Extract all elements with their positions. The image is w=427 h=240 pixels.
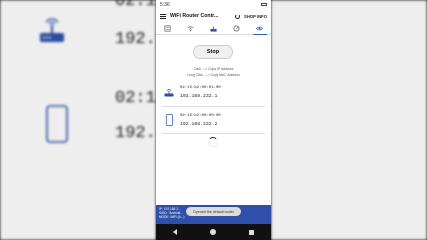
battery-icon bbox=[261, 3, 267, 6]
phone-icon bbox=[162, 114, 176, 126]
device-mac: 02:15:b2:00:01:00 bbox=[180, 85, 221, 90]
router-tab-icon bbox=[210, 26, 217, 32]
app-bar: WiFi Router Contr... SHOP INFO bbox=[156, 9, 271, 23]
device-row-phone[interactable]: 02:15:b2:00:00:00 192.168.232.2 bbox=[162, 109, 267, 131]
refresh-icon[interactable] bbox=[235, 13, 241, 19]
device-mac: 02:15:b2:00:00:00 bbox=[180, 113, 221, 118]
list-icon bbox=[164, 25, 171, 32]
bg-ip-bottom: 192. bbox=[115, 124, 156, 143]
speedometer-icon bbox=[233, 25, 240, 32]
tab-list[interactable] bbox=[160, 23, 176, 35]
menu-icon[interactable] bbox=[160, 13, 166, 19]
shop-info-button[interactable]: SHOP INFO bbox=[244, 14, 267, 19]
tab-wifi[interactable] bbox=[183, 23, 199, 35]
device-row-router[interactable]: 02:15:b2:00:01:00 192.168.232.1 bbox=[162, 81, 267, 103]
tab-router[interactable] bbox=[206, 23, 222, 35]
device-ip: 192.168.232.2 bbox=[180, 121, 218, 127]
background-right bbox=[271, 0, 427, 240]
bg-shop bbox=[271, 6, 283, 20]
system-nav-bar bbox=[156, 224, 271, 240]
stop-button[interactable]: Stop bbox=[193, 45, 233, 59]
hint-click: Click ---> Copy IP Address bbox=[193, 67, 234, 71]
bg-mac-bottom: 02:15 bbox=[115, 89, 156, 108]
divider bbox=[162, 106, 265, 107]
status-bar: 5:36 bbox=[156, 0, 271, 9]
background-left: 02:15 192. 02:15 192. bbox=[0, 0, 156, 240]
phone-screen: 5:36 WiFi Router Contr... SHOP INFO Stop… bbox=[156, 0, 271, 240]
back-icon[interactable] bbox=[172, 229, 177, 235]
tab-bar bbox=[156, 23, 271, 35]
phone-icon bbox=[46, 105, 68, 148]
tab-speed[interactable] bbox=[229, 23, 245, 35]
wifi-icon bbox=[187, 26, 194, 32]
divider bbox=[162, 133, 265, 134]
status-time: 5:36 bbox=[160, 1, 170, 8]
app-title: WiFi Router Contr... bbox=[170, 13, 219, 19]
hint-long-click: Long Click ---> Copy MAC Address bbox=[187, 73, 240, 77]
device-ip: 192.168.232.1 bbox=[180, 93, 218, 99]
router-icon bbox=[162, 87, 176, 97]
router-icon bbox=[40, 14, 64, 49]
status-icons bbox=[261, 3, 267, 6]
screen: 02:15 192. 02:15 192. 5:36 WiFi Router C… bbox=[0, 0, 427, 240]
bg-mac-top: 02:15 bbox=[115, 0, 156, 11]
tab-eye[interactable] bbox=[252, 23, 268, 35]
eye-icon bbox=[256, 26, 263, 31]
home-icon[interactable] bbox=[209, 229, 216, 235]
toast-message: Opened the default router bbox=[186, 207, 241, 216]
loading-spinner bbox=[208, 137, 218, 147]
bg-ip-top: 192. bbox=[115, 30, 156, 49]
recents-icon[interactable] bbox=[249, 229, 255, 235]
